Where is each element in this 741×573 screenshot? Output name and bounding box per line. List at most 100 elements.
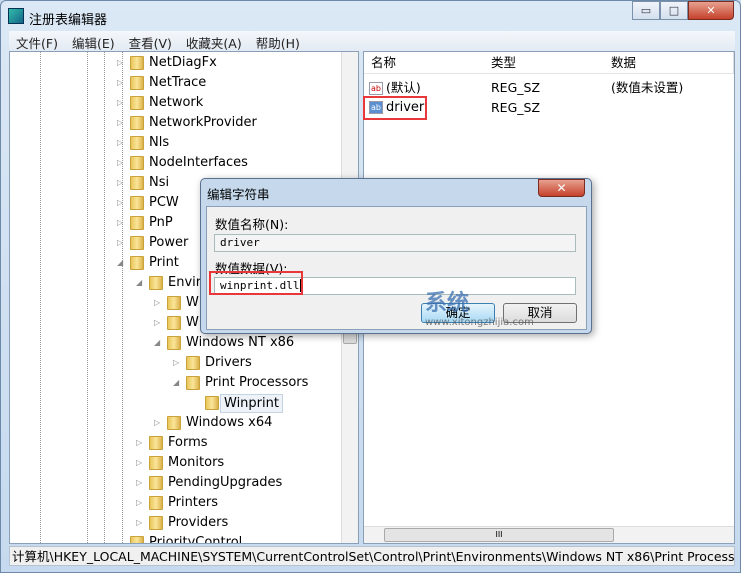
tree-node-label: NetDiagFx (149, 55, 217, 70)
expander-icon[interactable]: ◢ (173, 373, 181, 393)
expander-icon[interactable]: ▷ (154, 413, 162, 433)
menu-view[interactable]: 查看(V) (122, 31, 179, 51)
folder-icon (167, 316, 181, 330)
tree-node[interactable]: ▷ Nls (10, 133, 340, 153)
expander-icon[interactable]: ▷ (154, 293, 162, 313)
tree-node[interactable]: ▷ Network (10, 93, 340, 113)
string-value-icon: ab (369, 82, 383, 95)
tree-node[interactable]: ▷ PendingUpgrades (10, 473, 340, 493)
tree-node-label: Printers (168, 495, 219, 510)
folder-icon (149, 276, 163, 290)
menu-edit[interactable]: 编辑(E) (65, 31, 122, 51)
tree-node-label: NetworkProvider (149, 115, 257, 130)
expander-icon[interactable]: ▷ (117, 193, 125, 213)
tree-node-label: Network (149, 95, 204, 110)
tree-node-label: Nls (149, 135, 170, 150)
menu-file[interactable]: 文件(F) (9, 31, 65, 51)
list-row-default[interactable]: ab (默认) (369, 78, 421, 98)
column-name[interactable]: 名称 (371, 52, 396, 74)
menu-bar: 文件(F) 编辑(E) 查看(V) 收藏夹(A) 帮助(H) (9, 31, 735, 51)
menu-favorites[interactable]: 收藏夹(A) (179, 31, 249, 51)
expander-icon[interactable]: ▷ (136, 433, 144, 453)
folder-icon (186, 356, 200, 370)
tree-node-label: PriorityControl (149, 535, 243, 544)
tree-node-label: Monitors (168, 455, 225, 470)
folder-icon (130, 56, 144, 70)
expander-icon[interactable]: ◢ (154, 333, 162, 353)
tree-node-label: W (186, 315, 199, 330)
list-header: 名称 类型 数据 (364, 52, 734, 74)
folder-icon (149, 436, 163, 450)
expander-icon[interactable]: ▷ (136, 513, 144, 533)
expander-icon[interactable]: ▷ (117, 213, 125, 233)
expander-icon[interactable]: ▷ (117, 233, 125, 253)
expander-icon[interactable]: ▷ (173, 353, 181, 373)
expander-icon[interactable]: ▷ (136, 493, 144, 513)
folder-icon (130, 156, 144, 170)
highlight-value-data (209, 271, 303, 295)
watermark-logo: 系统 www.xitongzhijia.com (425, 291, 534, 328)
tree-node[interactable]: ▷ Drivers (10, 353, 340, 373)
tree-node-label: Print (149, 255, 179, 270)
dialog-title: 编辑字符串 (207, 187, 270, 202)
folder-icon (205, 396, 219, 410)
folder-icon (130, 176, 144, 190)
tree-node-label: Forms (168, 435, 208, 450)
tree-node-label: NetTrace (149, 75, 207, 90)
folder-icon (149, 516, 163, 530)
tree-node-label: Windows x64 (186, 415, 273, 430)
tree-node-label: Drivers (205, 355, 252, 370)
expander-icon[interactable]: ▷ (117, 153, 125, 173)
tree-node[interactable]: ▷ Monitors (10, 453, 340, 473)
tree-node[interactable]: ▷ Windows x64 (10, 413, 340, 433)
tree-node[interactable]: Winprint (10, 393, 340, 413)
minimize-button[interactable]: ▭ (632, 1, 660, 20)
tree-node[interactable]: ▷ Forms (10, 433, 340, 453)
tree-node-label: Winprint (220, 394, 283, 413)
expander-icon[interactable]: ◢ (136, 273, 144, 293)
column-data[interactable]: 数据 (611, 52, 636, 74)
dialog-close-button[interactable]: ✕ (538, 179, 585, 197)
value-name-label: 数值名称(N): (215, 217, 289, 232)
expander-icon[interactable]: ▷ (136, 473, 144, 493)
folder-icon (167, 336, 181, 350)
menu-help[interactable]: 帮助(H) (249, 31, 307, 51)
expander-icon[interactable]: ▷ (154, 313, 162, 333)
tree-node[interactable]: ▷ NodeInterfaces (10, 153, 340, 173)
tree-node[interactable]: ▷ NetDiagFx (10, 53, 340, 73)
expander-icon[interactable]: ▷ (136, 453, 144, 473)
expander-icon[interactable]: ▷ (117, 133, 125, 153)
tree-node[interactable]: PriorityControl (10, 533, 340, 544)
expander-icon[interactable]: ▷ (117, 113, 125, 133)
expander-icon[interactable]: ▷ (117, 173, 125, 193)
folder-icon (149, 476, 163, 490)
value-name-field: driver (214, 234, 576, 252)
tree-node-label: Providers (168, 515, 229, 530)
tree-node[interactable]: ◢ Print Processors (10, 373, 340, 393)
tree-node[interactable]: ▷ NetworkProvider (10, 113, 340, 133)
value-data: (数值未设置) (611, 80, 684, 95)
list-scroll-thumb[interactable]: III (384, 528, 614, 542)
highlight-driver (363, 96, 427, 120)
close-button[interactable]: ✕ (688, 1, 734, 20)
tree-node-label: PnP (149, 215, 173, 230)
tree-node-label: Windows NT x86 (186, 335, 295, 350)
tree-node[interactable]: ◢ Windows NT x86 (10, 333, 340, 353)
expander-icon[interactable]: ◢ (117, 253, 125, 273)
list-horizontal-scrollbar[interactable]: III (364, 526, 734, 543)
maximize-button[interactable]: □ (660, 1, 688, 20)
expander-icon[interactable]: ▷ (117, 73, 125, 93)
tree-node[interactable]: ▷ Printers (10, 493, 340, 513)
folder-icon (130, 536, 144, 543)
window-title: 注册表编辑器 (29, 13, 108, 28)
status-bar-path: 计算机\HKEY_LOCAL_MACHINE\SYSTEM\CurrentCon… (9, 546, 735, 566)
tree-node[interactable]: ▷ NetTrace (10, 73, 340, 93)
column-type[interactable]: 类型 (491, 52, 516, 74)
folder-icon (130, 96, 144, 110)
expander-icon[interactable]: ▷ (117, 93, 125, 113)
tree-node-label: NodeInterfaces (149, 155, 248, 170)
folder-icon (130, 216, 144, 230)
tree-node-label: PCW (149, 195, 179, 210)
tree-node[interactable]: ▷ Providers (10, 513, 340, 533)
expander-icon[interactable]: ▷ (117, 53, 125, 73)
